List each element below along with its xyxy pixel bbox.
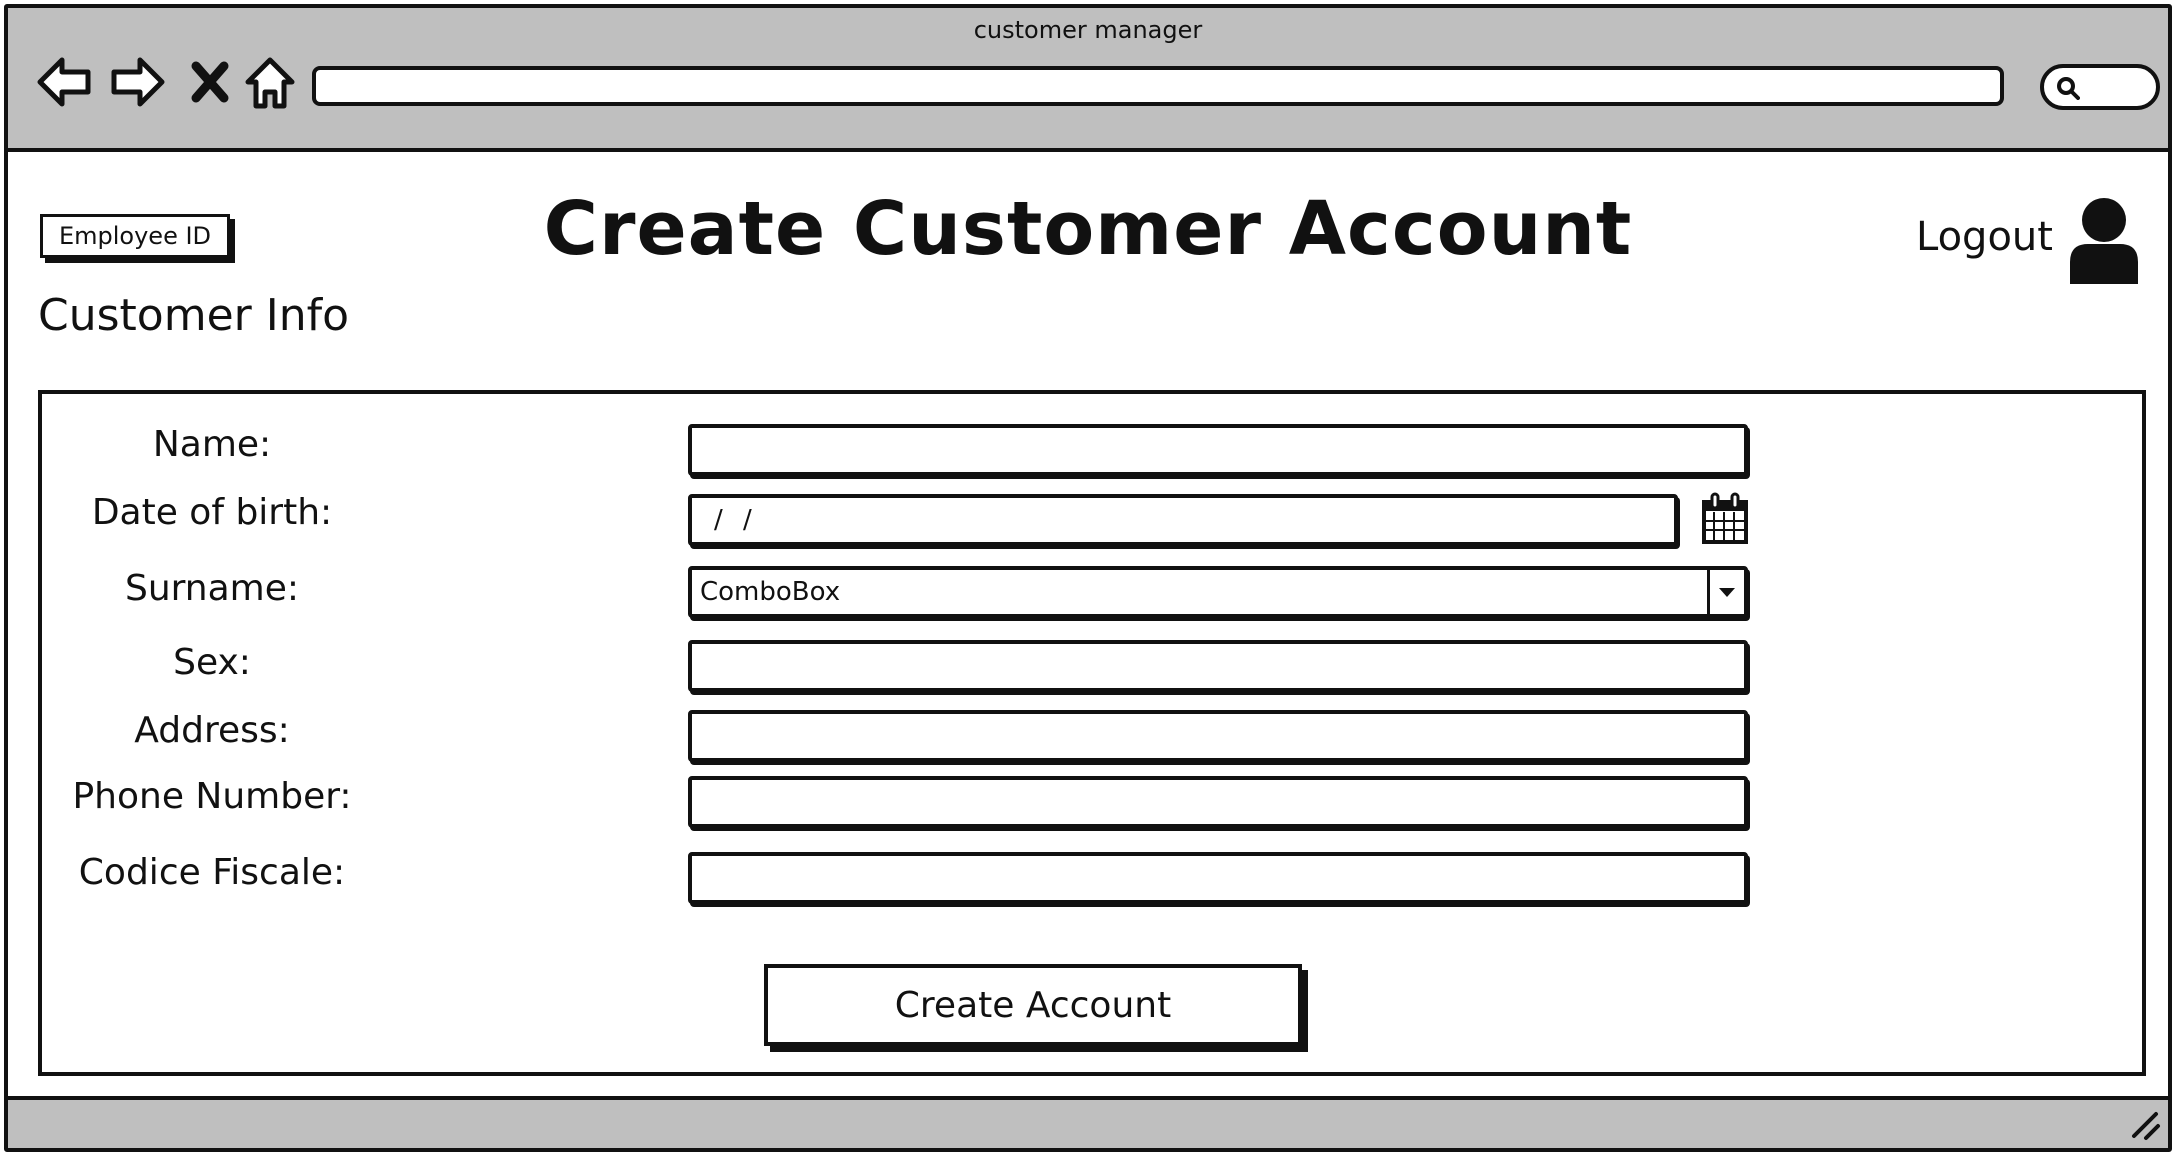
calendar-icon[interactable] [1700, 492, 1750, 546]
page-title: Create Customer Account [543, 186, 1633, 272]
resize-grip-icon[interactable] [2124, 1104, 2164, 1144]
dob-label: Date of birth: [91, 492, 333, 533]
search-field[interactable] [2040, 64, 2160, 110]
surname-combobox-value: ComboBox [700, 577, 841, 607]
logout-link[interactable]: Logout [1916, 214, 2053, 260]
codice-fiscale-label: Codice Fiscale: [78, 852, 346, 893]
dob-input[interactable]: / / [688, 494, 1678, 546]
chevron-down-icon[interactable] [1707, 570, 1744, 614]
section-title: Customer Info [38, 290, 349, 341]
window-title: customer manager [973, 16, 1203, 44]
sex-label: Sex: [173, 642, 251, 683]
address-bar[interactable] [312, 66, 2004, 106]
back-icon[interactable] [34, 52, 94, 112]
search-icon [2057, 77, 2080, 100]
codice-fiscale-input[interactable] [688, 852, 1748, 904]
user-avatar-icon[interactable] [2066, 196, 2142, 288]
address-label: Address: [134, 710, 290, 751]
sex-input[interactable] [688, 640, 1748, 692]
name-input[interactable] [688, 424, 1748, 476]
phone-label: Phone Number: [72, 776, 352, 817]
name-label: Name: [152, 424, 272, 465]
home-icon[interactable] [240, 52, 300, 112]
forward-icon[interactable] [108, 52, 168, 112]
status-bar [8, 1096, 2168, 1148]
close-icon[interactable] [182, 52, 242, 112]
create-account-button[interactable]: Create Account [764, 964, 1302, 1046]
surname-combobox[interactable]: ComboBox [688, 566, 1748, 618]
phone-input[interactable] [688, 776, 1748, 828]
browser-toolbar: customer manager [8, 8, 2168, 152]
address-input[interactable] [688, 710, 1748, 762]
surname-label: Surname: [124, 568, 300, 609]
browser-window: customer manager Employee ID Create Cust… [4, 4, 2172, 1152]
